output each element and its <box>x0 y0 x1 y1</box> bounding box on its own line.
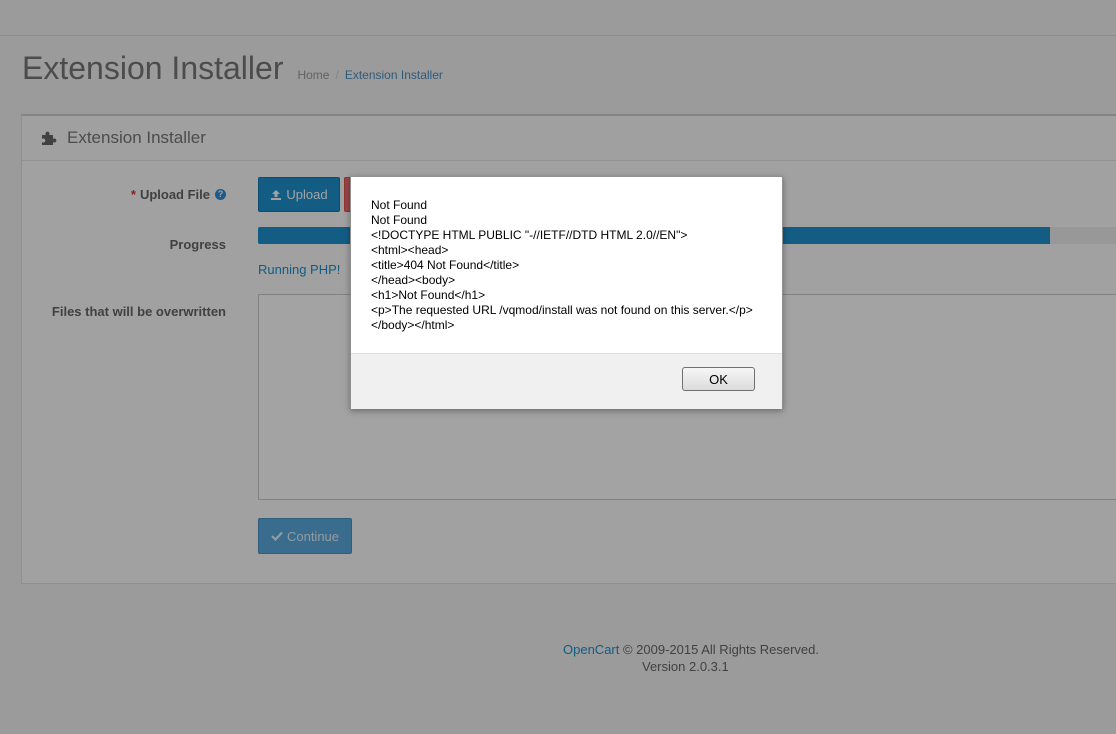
alert-message: Not Found Not Found <!DOCTYPE HTML PUBLI… <box>371 198 753 332</box>
alert-dialog: Not Found Not Found <!DOCTYPE HTML PUBLI… <box>350 176 783 409</box>
alert-dialog-footer: OK <box>351 353 782 409</box>
ok-button[interactable]: OK <box>682 367 755 391</box>
